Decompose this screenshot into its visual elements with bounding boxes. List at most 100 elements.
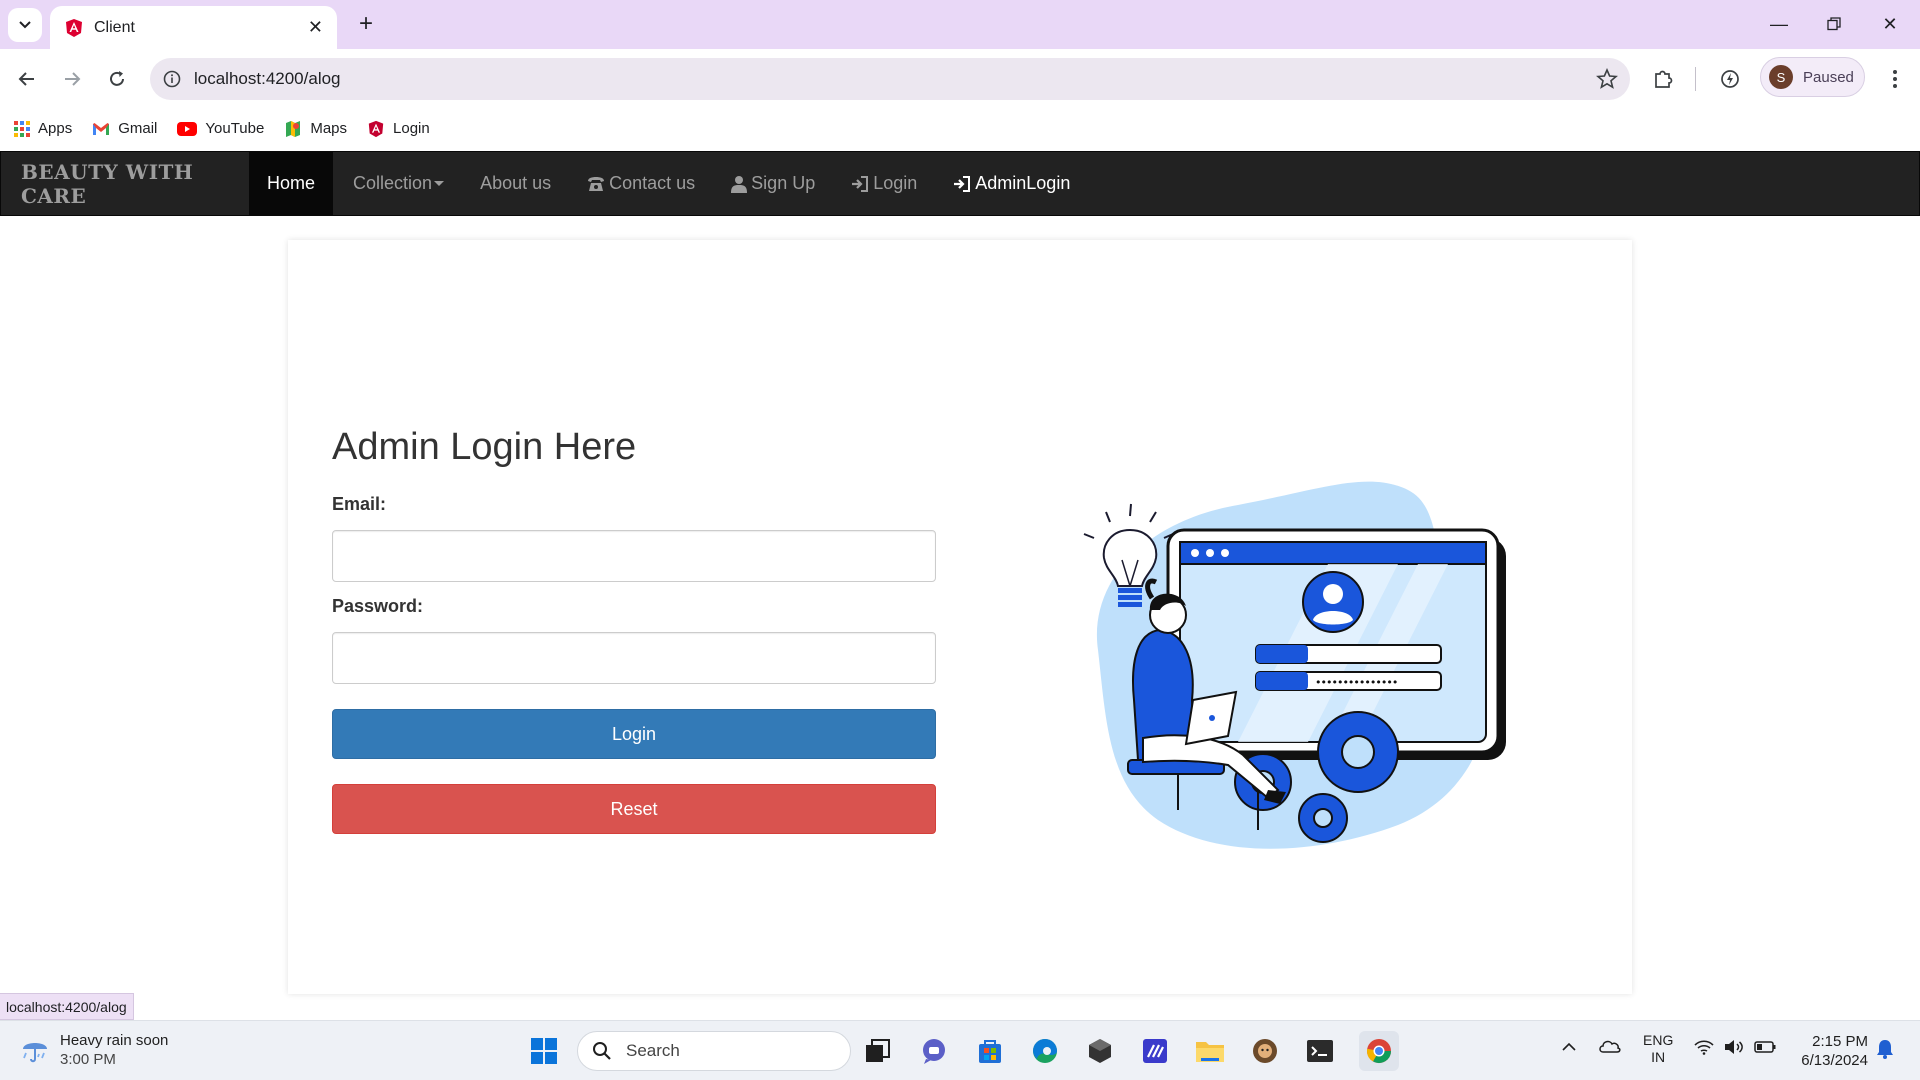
nav-label: About us — [480, 173, 552, 193]
folder-icon — [1196, 1042, 1224, 1062]
puzzle-icon — [1655, 70, 1673, 88]
nav-contact[interactable]: Contact us — [569, 152, 713, 215]
edge-icon — [1033, 1039, 1057, 1063]
visual-studio-button[interactable] — [1139, 1035, 1171, 1067]
user-icon — [731, 175, 748, 193]
rain-umbrella-icon — [23, 1043, 47, 1063]
volume-button[interactable] — [1724, 1039, 1744, 1059]
address-bar[interactable]: localhost:4200/alog — [150, 58, 1630, 100]
more-vertical-icon — [1893, 70, 1897, 88]
windows-start-icon — [531, 1038, 557, 1064]
weather-time: 3:00 PM — [60, 1051, 116, 1068]
restore-button[interactable] — [1820, 10, 1848, 38]
unity-icon — [1089, 1039, 1111, 1063]
nav-about[interactable]: About us — [462, 152, 569, 215]
browser-menu-button[interactable] — [1880, 64, 1910, 94]
file-explorer-button[interactable] — [1194, 1035, 1226, 1067]
search-placeholder: Search — [626, 1041, 680, 1060]
extensions-button[interactable] — [1648, 64, 1678, 94]
back-button[interactable] — [12, 64, 42, 94]
url-text[interactable]: localhost:4200/alog — [194, 69, 1596, 89]
email-field[interactable] — [332, 530, 936, 582]
angular-icon — [367, 120, 385, 138]
close-icon[interactable]: ✕ — [308, 17, 323, 38]
cloud-sync-icon — [1599, 1040, 1621, 1053]
nav-home[interactable]: Home — [249, 152, 334, 215]
lang-region: IN — [1651, 1049, 1666, 1065]
taskbar-search[interactable]: Search — [577, 1031, 851, 1071]
chrome-button[interactable] — [1359, 1031, 1399, 1071]
status-bar-url: localhost:4200/alog — [0, 993, 134, 1020]
reset-button[interactable]: Reset — [332, 784, 936, 834]
forward-button[interactable] — [57, 64, 87, 94]
language-indicator[interactable]: ENG IN — [1643, 1032, 1673, 1066]
minimize-button[interactable]: — — [1765, 10, 1793, 38]
clock-time: 2:15 PM — [1812, 1033, 1868, 1050]
restore-icon — [1827, 17, 1841, 31]
bookmark-gmail[interactable]: Gmail — [92, 120, 157, 137]
edge-button[interactable] — [1029, 1035, 1061, 1067]
bookmark-youtube[interactable]: YouTube — [177, 120, 264, 137]
weather-title: Heavy rain soon — [60, 1032, 169, 1049]
notifications-button[interactable] — [1876, 1039, 1894, 1063]
nav-collection[interactable]: Collection — [333, 152, 462, 215]
bell-icon — [1877, 1040, 1893, 1059]
nav-label: Home — [267, 173, 316, 193]
performance-button[interactable] — [1715, 64, 1745, 94]
browser-tab[interactable]: Client ✕ — [50, 6, 337, 49]
maps-icon — [284, 120, 302, 138]
app-button[interactable] — [1249, 1035, 1281, 1067]
reload-icon — [110, 71, 124, 86]
lightning-icon — [1721, 70, 1739, 88]
nav-login[interactable]: Login — [833, 152, 935, 215]
chevron-up-icon — [1562, 1042, 1576, 1051]
terminal-button[interactable] — [1304, 1035, 1336, 1067]
onedrive-button[interactable] — [1598, 1037, 1622, 1059]
caret-down-icon — [434, 180, 445, 186]
search-icon — [593, 1042, 611, 1060]
avatar: S — [1769, 65, 1793, 89]
network-button[interactable] — [1694, 1039, 1714, 1059]
nav-signup[interactable]: Sign Up — [713, 152, 833, 215]
battery-button[interactable] — [1754, 1040, 1776, 1057]
brand-logo[interactable]: BEAUTY WITH CARE — [1, 152, 249, 215]
profile-button[interactable]: S Paused — [1760, 57, 1865, 97]
phone-icon — [588, 176, 605, 191]
login-icon — [954, 175, 971, 192]
weather-widget[interactable]: Heavy rain soon 3:00 PM — [20, 1031, 168, 1069]
nav-admin-login[interactable]: AdminLogin — [935, 152, 1088, 215]
bookmark-star-icon[interactable] — [1596, 68, 1618, 90]
task-view-button[interactable] — [862, 1035, 894, 1067]
chevron-down-icon — [19, 21, 31, 29]
browser-toolbar: localhost:4200/alog S Paused — [0, 49, 1920, 107]
angular-icon — [66, 18, 82, 37]
nav-label: Collection — [353, 173, 433, 193]
login-icon — [852, 175, 869, 192]
nav-label: Sign Up — [751, 173, 816, 193]
password-label: Password: — [332, 596, 424, 616]
system-clock[interactable]: 2:15 PM 6/13/2024 — [1790, 1032, 1868, 1070]
password-field[interactable] — [332, 632, 936, 684]
login-button[interactable]: Login — [332, 709, 936, 759]
store-button[interactable] — [974, 1035, 1006, 1067]
tab-search-button[interactable] — [8, 8, 42, 42]
bookmark-label: Maps — [310, 120, 348, 137]
site-info-icon[interactable] — [162, 69, 182, 89]
app-avatar-icon — [1253, 1039, 1277, 1063]
bookmark-login[interactable]: Login — [367, 120, 430, 138]
teams-chat-button[interactable] — [918, 1035, 950, 1067]
start-button[interactable] — [528, 1035, 560, 1067]
close-window-button[interactable]: ✕ — [1876, 10, 1904, 38]
browser-tab-strip: Client ✕ + — ✕ — [0, 0, 1920, 49]
unity-button[interactable] — [1084, 1035, 1116, 1067]
nav-label: Contact us — [609, 173, 696, 193]
bookmark-maps[interactable]: Maps — [284, 120, 347, 138]
arrow-right-icon — [65, 72, 81, 86]
reload-button[interactable] — [102, 64, 132, 94]
chat-icon — [923, 1039, 945, 1064]
show-hidden-icons[interactable] — [1562, 1039, 1576, 1056]
new-tab-button[interactable]: + — [352, 10, 380, 38]
gmail-icon — [92, 122, 110, 136]
bookmark-apps[interactable]: Apps — [14, 120, 72, 137]
task-view-icon — [866, 1039, 890, 1062]
